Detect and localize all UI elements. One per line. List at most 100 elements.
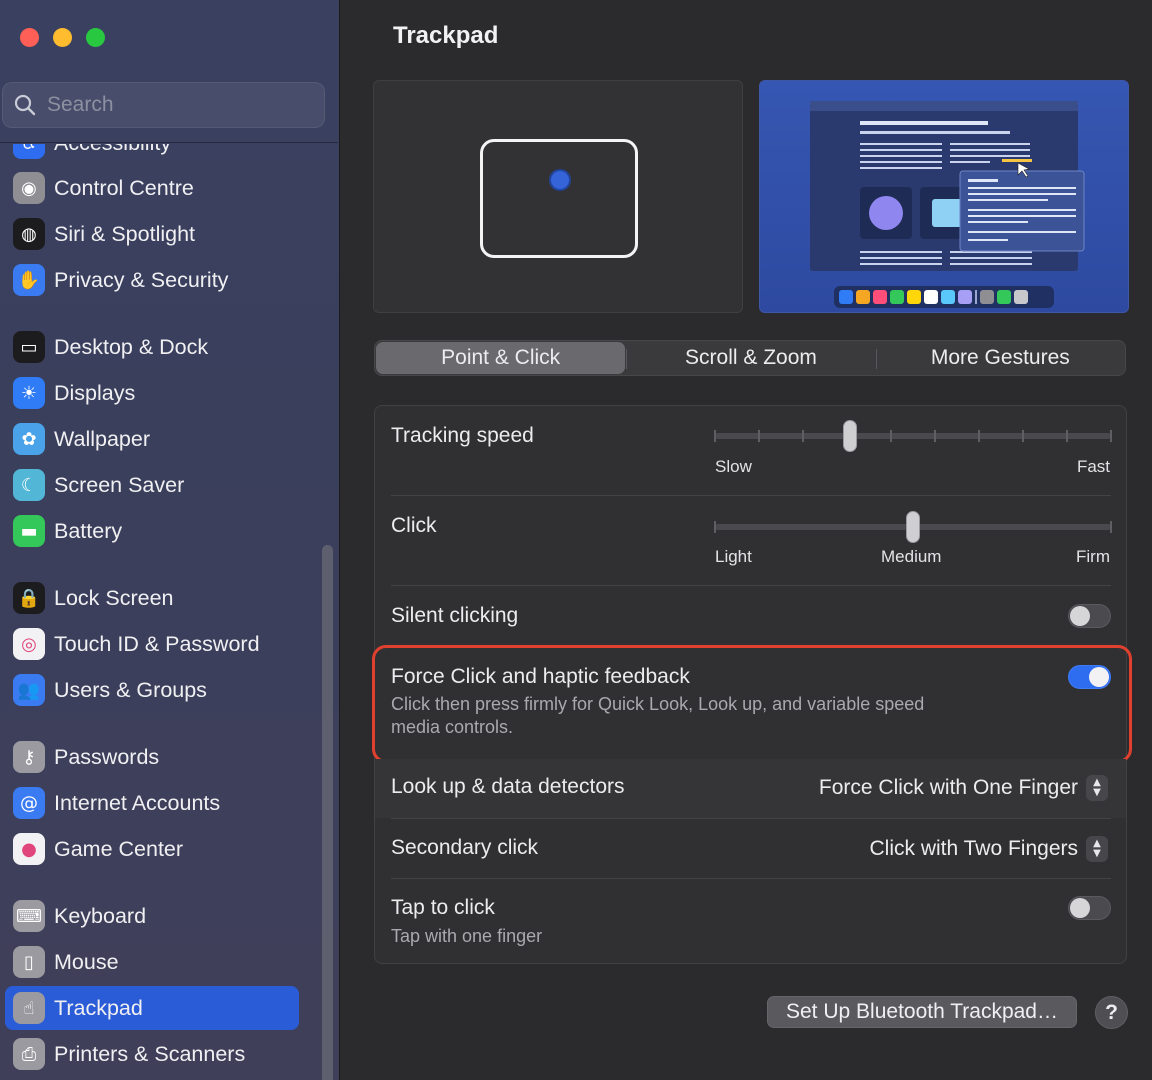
page-title: Trackpad (393, 22, 499, 49)
silent-clicking-toggle[interactable] (1068, 604, 1111, 628)
row-divider (391, 818, 1111, 819)
slider-min-label: Light (715, 547, 752, 566)
at-icon: @ (13, 787, 45, 819)
tap-to-click-toggle[interactable] (1068, 896, 1111, 920)
secondary-click-value: Click with Two Fingers (869, 837, 1078, 860)
slider-tick (1110, 521, 1112, 533)
slider-tick (714, 430, 716, 442)
sidebar-item-label: Internet Accounts (54, 790, 221, 815)
sidebar-item-label: Users & Groups (54, 677, 207, 702)
row-divider (391, 495, 1111, 496)
control-centre-icon: ◉ (13, 172, 45, 204)
look-up-value: Force Click with One Finger (818, 776, 1078, 799)
row-divider (391, 585, 1111, 586)
sidebar-item-label: Wallpaper (54, 426, 150, 451)
slider-tick (1110, 430, 1112, 442)
sidebar-item-label: Screen Saver (54, 472, 185, 497)
force-click-toggle[interactable] (1068, 665, 1111, 689)
sidebar-item-label: Privacy & Security (54, 267, 229, 292)
trackpad-illustration (480, 139, 638, 258)
search-field[interactable] (2, 82, 325, 128)
sidebar-item-mouse[interactable]: ▯ Mouse (5, 940, 299, 984)
sidebar-item-game-center[interactable]: ● Game Center (5, 827, 299, 871)
trackpad-preview (373, 80, 743, 313)
sidebar-item-label: Desktop & Dock (54, 334, 209, 359)
slider-tick (714, 521, 716, 533)
zoom-window-button[interactable] (86, 28, 105, 47)
slider-tick (758, 430, 760, 442)
search-input[interactable] (47, 93, 297, 117)
up-down-chevron-icon: ▲ ▼ (1086, 836, 1108, 862)
close-window-button[interactable] (20, 28, 39, 47)
sidebar-item-printers-scanners[interactable]: ⎙ Printers & Scanners (5, 1032, 299, 1076)
tap-to-click-description: Tap with one finger (391, 926, 543, 946)
tab-scroll-zoom[interactable]: Scroll & Zoom (626, 341, 875, 375)
sidebar-item-trackpad[interactable]: ☝ Trackpad (5, 986, 299, 1030)
force-click-description: Click then press firmly for Quick Look, … (391, 694, 925, 714)
sidebar-item-wallpaper[interactable]: ✿ Wallpaper (5, 417, 299, 461)
sidebar: ♿ Accessibility ◉ Control Centre ◍ Siri & Spo… (0, 0, 340, 1080)
sidebar-item-label: Accessibility (54, 144, 171, 156)
game-center-icon: ● (13, 833, 45, 865)
sidebar-item-desktop-dock[interactable]: ▭ Desktop & Dock (5, 325, 299, 369)
sidebar-item-accessibility[interactable]: ♿ Accessibility (5, 144, 299, 165)
sidebar-item-label: Battery (54, 518, 123, 543)
help-button[interactable]: ? (1095, 996, 1128, 1029)
sidebar-item-label: Control Centre (54, 175, 194, 200)
trackpad-icon: ☝ (13, 992, 45, 1024)
sidebar-item-label: Keyboard (54, 903, 147, 928)
force-click-label: Force Click and haptic feedback (391, 665, 690, 688)
sidebar-item-touch-id-password[interactable]: ◎ Touch ID & Password (5, 622, 299, 666)
sidebar-item-label: Printers & Scanners (54, 1041, 246, 1066)
gesture-video-preview (759, 80, 1129, 313)
sidebar-item-privacy-security[interactable]: ✋ Privacy & Security (5, 258, 299, 302)
dock-icon: ▭ (13, 331, 45, 363)
screen-saver-icon: ☾ (13, 469, 45, 501)
sidebar-item-siri-spotlight[interactable]: ◍ Siri & Spotlight (5, 212, 299, 256)
slider-tick (1066, 430, 1068, 442)
slider-knob[interactable] (842, 420, 857, 452)
sidebar-item-internet-accounts[interactable]: @ Internet Accounts (5, 781, 299, 825)
sidebar-item-label: Lock Screen (54, 585, 174, 610)
slider-tick (934, 430, 936, 442)
slider-tick (802, 430, 804, 442)
toggle-thumb (1070, 898, 1090, 918)
look-up-popup[interactable]: Force Click with One Finger ▲ ▼ (819, 775, 1108, 801)
sidebar-item-label: Mouse (54, 949, 119, 974)
sidebar-item-label: Trackpad (54, 995, 143, 1020)
tab-point-click[interactable]: Point & Click (376, 342, 626, 374)
sidebar-item-label: Touch ID & Password (54, 631, 260, 656)
row-divider (391, 878, 1111, 879)
sidebar-item-passwords[interactable]: ⚷ Passwords (5, 735, 299, 779)
sidebar-list: ♿ Accessibility ◉ Control Centre ◍ Siri & Spo… (0, 144, 338, 1080)
screen-preview-illustration (810, 101, 1085, 308)
keyboard-icon: ⌨ (13, 900, 45, 932)
sidebar-item-users-groups[interactable]: 👥 Users & Groups (5, 668, 299, 712)
window-controls (20, 28, 105, 47)
up-down-chevron-icon: ▲ ▼ (1086, 775, 1108, 801)
slider-max-label: Fast (1076, 457, 1110, 476)
lock-icon: 🔒 (13, 582, 45, 614)
force-click-description-cont: media controls. (391, 717, 514, 737)
sidebar-scrollbar[interactable] (322, 545, 333, 1080)
sidebar-item-screen-saver[interactable]: ☾ Screen Saver (5, 463, 299, 507)
setup-bluetooth-trackpad-button[interactable]: Set Up Bluetooth Trackpad… (767, 996, 1077, 1028)
settings-panel: Tracking speed Slow Fast Click Light Med… (372, 405, 1132, 964)
battery-icon: ▬ (13, 515, 45, 547)
slider-knob[interactable] (906, 511, 920, 543)
sidebar-item-battery[interactable]: ▬ Battery (5, 509, 299, 553)
users-icon: 👥 (13, 674, 45, 706)
toggle-thumb (1070, 606, 1090, 626)
search-icon (14, 94, 36, 116)
sidebar-item-lock-screen[interactable]: 🔒 Lock Screen (5, 576, 299, 620)
secondary-click-popup[interactable]: Click with Two Fingers ▲ ▼ (869, 836, 1108, 862)
tap-to-click-label: Tap to click (391, 896, 495, 919)
tab-more-gestures[interactable]: More Gestures (875, 341, 1125, 375)
sidebar-item-keyboard[interactable]: ⌨ Keyboard (5, 894, 299, 938)
sidebar-item-displays[interactable]: ☀ Displays (5, 371, 299, 415)
sidebar-item-label: Game Center (54, 836, 184, 861)
slider-track[interactable] (715, 433, 1111, 439)
sidebar-item-control-centre[interactable]: ◉ Control Centre (5, 166, 299, 210)
minimize-window-button[interactable] (53, 28, 72, 47)
slider-mid-label: Medium (881, 547, 942, 566)
